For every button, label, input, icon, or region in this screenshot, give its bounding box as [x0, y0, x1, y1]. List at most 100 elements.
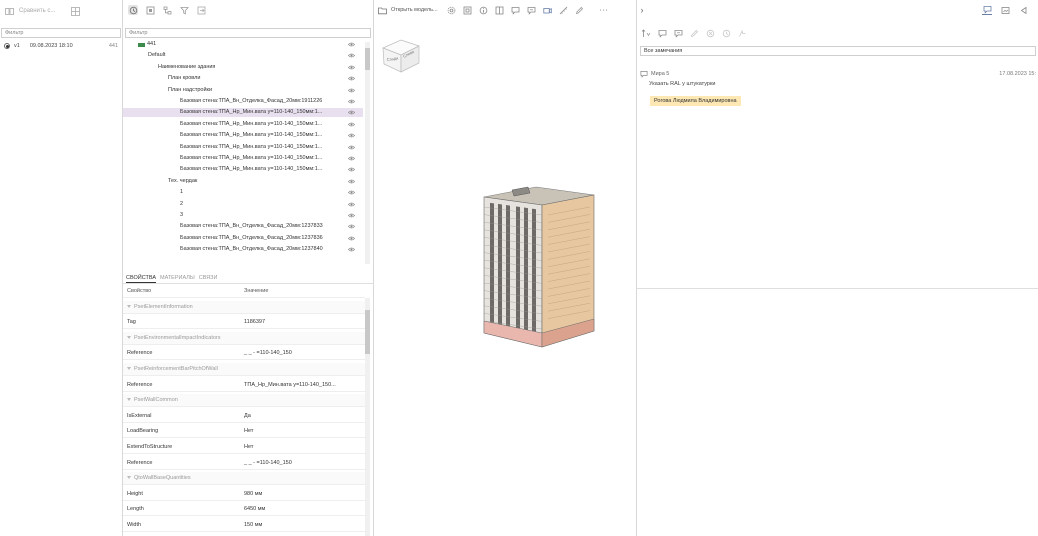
export-icon[interactable] — [196, 5, 206, 15]
visibility-eye-icon[interactable] — [347, 87, 356, 94]
property-group-label: PsetEnvironmentalImpactIndicators — [134, 334, 221, 341]
new-comment-icon[interactable] — [657, 28, 667, 38]
tree-row[interactable]: План надстройки — [123, 86, 363, 95]
chevron-down-icon[interactable] — [127, 398, 131, 402]
property-group[interactable]: PsetReinforcementBarPitchOfWall — [123, 363, 365, 376]
visibility-eye-icon[interactable] — [347, 52, 356, 59]
tree-filter-input[interactable]: Фильтр — [125, 28, 371, 38]
tab-materials[interactable]: МАТЕРИАЛЫ — [160, 272, 195, 283]
tree-row[interactable]: Базовая стена:ТПА_Вн_Отделка_Фасад_20мм:… — [123, 97, 363, 106]
tree-row[interactable]: Базовая стена:ТПА_Нр_Мин.вата у=110-140_… — [123, 165, 363, 174]
visibility-eye-icon[interactable] — [347, 223, 356, 230]
navigation-cube[interactable]: Сзади Слева — [379, 34, 425, 76]
tree-row[interactable]: 1 — [123, 188, 363, 197]
properties-scrollbar[interactable] — [365, 298, 370, 536]
property-group[interactable]: PsetElementInformation — [123, 300, 365, 314]
visibility-eye-icon[interactable] — [347, 41, 356, 48]
tree-row[interactable]: 2 — [123, 200, 363, 209]
settings-icon[interactable] — [447, 5, 457, 15]
visibility-eye-icon[interactable] — [347, 155, 356, 162]
chevron-down-icon[interactable] — [127, 476, 131, 480]
comment-icon[interactable] — [511, 5, 521, 15]
collapse-button[interactable]: › — [637, 5, 647, 15]
chevron-down-icon[interactable] — [127, 367, 131, 371]
visibility-eye-icon[interactable] — [347, 64, 356, 71]
tab-links[interactable]: СВЯЗИ — [199, 272, 218, 283]
hierarchy-icon[interactable] — [162, 5, 172, 15]
tree-row[interactable]: План кровли — [123, 74, 363, 83]
visibility-eye-icon[interactable] — [347, 201, 356, 208]
tree-row[interactable]: Базовая стена:ТПА_Нр_Мин.вата у=110-140_… — [123, 131, 363, 140]
building-3d-model[interactable] — [478, 181, 598, 356]
visibility-eye-icon[interactable] — [347, 178, 356, 185]
delete-icon[interactable] — [705, 28, 715, 38]
history-icon[interactable] — [721, 28, 731, 38]
panel-collapse-icon[interactable] — [1018, 5, 1028, 15]
tree-row[interactable]: Наименование здания — [123, 63, 363, 72]
visibility-eye-icon[interactable] — [347, 212, 356, 219]
add-comment-icon[interactable] — [527, 5, 537, 15]
version-label: v1 — [14, 43, 20, 49]
assignee-badge[interactable]: Рогова Людмила Владимировна — [650, 96, 741, 106]
tree-row[interactable]: Базовая стена:ТПА_Вн_Отделка_Фасад_20мм:… — [123, 234, 363, 243]
markup-pen-icon[interactable] — [575, 5, 585, 15]
visibility-eye-icon[interactable] — [347, 144, 356, 151]
split-view-icon[interactable] — [495, 5, 505, 15]
visibility-eye-icon[interactable] — [347, 246, 356, 253]
tree-row[interactable]: Базовая стена:ТПА_Нр_Мин.вата у=110-140_… — [123, 120, 363, 129]
measure-icon[interactable] — [559, 5, 569, 15]
comments-filter-select[interactable]: Все замечания — [640, 46, 1036, 56]
property-group[interactable]: PsetWallCommon — [123, 394, 365, 408]
open-model-button[interactable]: Открыть модель... — [391, 7, 438, 13]
compare-icon[interactable] — [4, 6, 14, 16]
visibility-eye-icon[interactable] — [347, 132, 356, 139]
compare-label[interactable]: Сравнить с... — [19, 8, 55, 14]
tree-row[interactable]: 3 — [123, 211, 363, 220]
tree-scrollbar[interactable] — [365, 42, 370, 264]
properties-scrollbar-thumb[interactable] — [365, 310, 370, 354]
chevron-down-icon[interactable] — [127, 304, 131, 308]
visibility-eye-icon[interactable] — [347, 189, 356, 196]
camera-icon[interactable] — [543, 5, 553, 15]
chevron-down-icon[interactable] — [127, 335, 131, 339]
comment-header[interactable]: Мира 5 17.08.2023 15: — [640, 69, 1036, 79]
share-icon[interactable] — [737, 28, 747, 38]
visibility-eye-icon[interactable] — [347, 109, 356, 116]
reply-icon[interactable] — [673, 28, 683, 38]
grid-view-icon[interactable] — [70, 6, 80, 16]
versions-filter-input[interactable]: Фильтр — [1, 28, 121, 38]
visibility-eye-icon[interactable] — [347, 121, 356, 128]
fit-view-icon[interactable] — [145, 5, 155, 15]
info-icon[interactable] — [479, 5, 489, 15]
tree-row[interactable]: Default — [123, 51, 363, 60]
tree-row[interactable]: Базовая стена:ТПА_Нр_Мин.вата у=110-140_… — [123, 108, 363, 118]
tree-row[interactable]: Базовая стена:ТПА_Вн_Отделка_Фасад_20мм:… — [123, 245, 363, 254]
tree-row[interactable]: Базовая стена:ТПА_Нр_Мин.вата у=110-140_… — [123, 154, 363, 163]
version-radio[interactable] — [4, 43, 10, 49]
section-box-icon[interactable] — [463, 5, 473, 15]
more-icon[interactable]: ⋯ — [599, 5, 609, 15]
comments-top-toolbar: ▯ — [982, 5, 1038, 15]
tree-row[interactable]: 441 — [123, 40, 363, 49]
tree-row[interactable]: Базовая стена:ТПА_Нр_Мин.вата у=110-140_… — [123, 143, 363, 152]
tree-row[interactable]: Тех. чердак — [123, 177, 363, 186]
visibility-eye-icon[interactable] — [347, 235, 356, 242]
visibility-eye-icon[interactable] — [347, 98, 356, 105]
property-group[interactable]: PsetEnvironmentalImpactIndicators — [123, 331, 365, 345]
history-icon[interactable] — [128, 5, 138, 15]
comments-list-icon[interactable] — [982, 5, 992, 15]
window-column — [506, 205, 510, 327]
visibility-eye-icon[interactable] — [347, 75, 356, 82]
edit-icon[interactable] — [689, 28, 699, 38]
tab-properties[interactable]: СВОЙСТВА — [126, 272, 156, 283]
version-item[interactable]: v1 09.08.2023 18:10 441 — [4, 43, 118, 49]
tree-row[interactable]: Базовая стена:ТПА_Вн_Отделка_Фасад_20мм:… — [123, 222, 363, 231]
filter-tree-icon[interactable] — [179, 5, 189, 15]
tree-scrollbar-thumb[interactable] — [365, 48, 370, 70]
visibility-eye-icon[interactable] — [347, 166, 356, 173]
chevron-right-icon[interactable]: › — [637, 5, 647, 15]
property-group[interactable]: QtoWallBaseQuantities — [123, 472, 365, 486]
sort-icon[interactable] — [641, 28, 651, 38]
screenshot-icon[interactable] — [1000, 5, 1010, 15]
open-model-icon[interactable] — [377, 5, 387, 15]
